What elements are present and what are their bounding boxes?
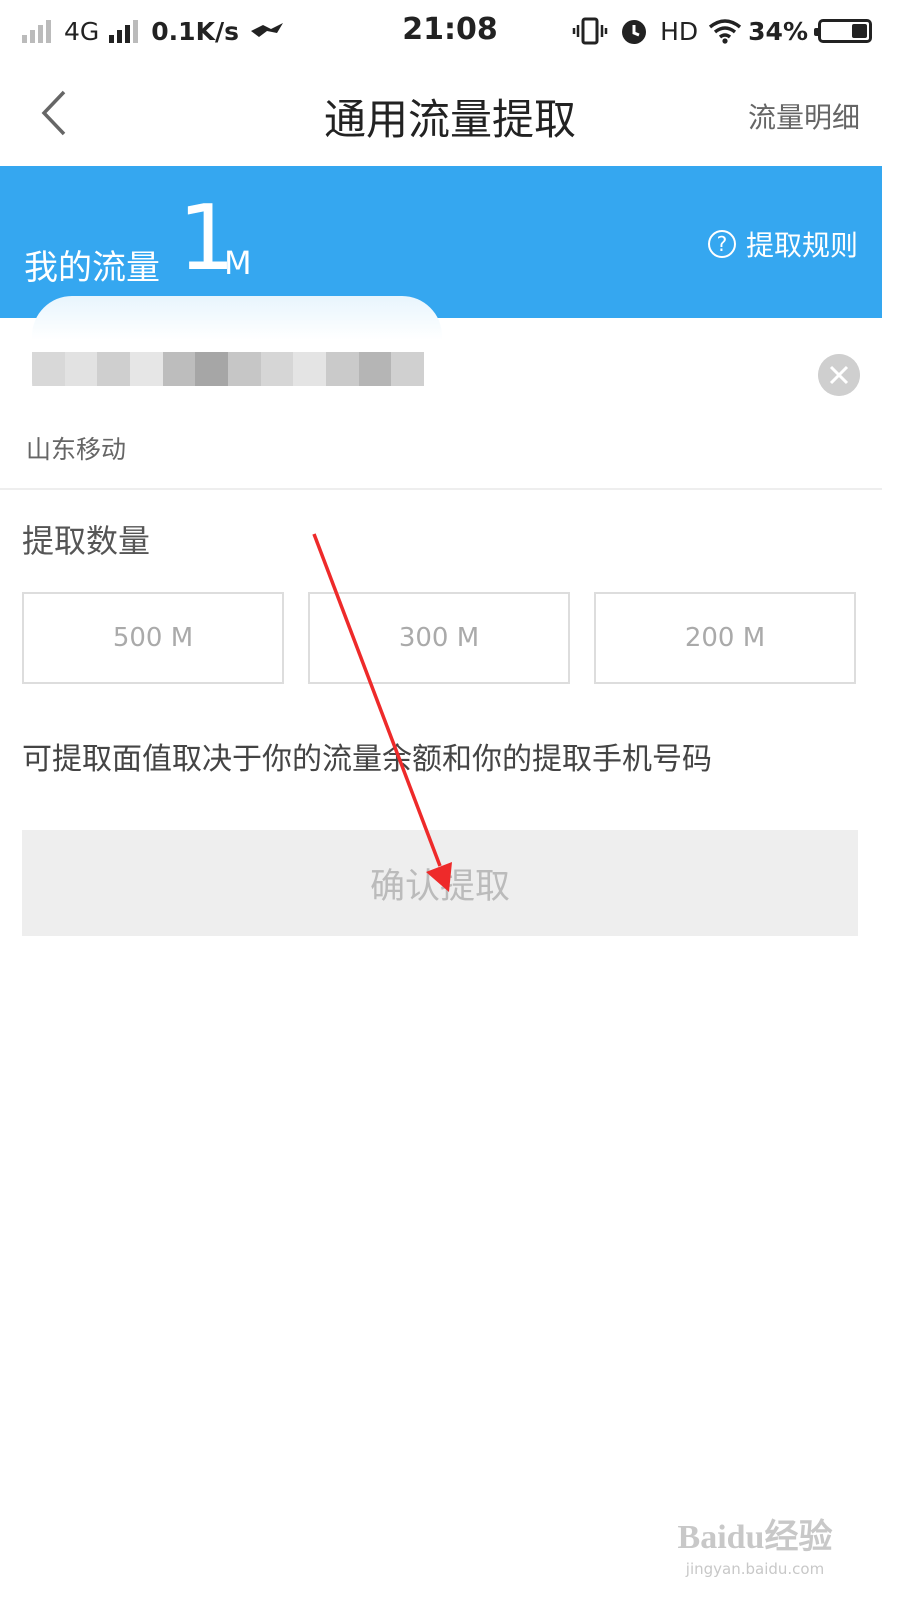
watermark-logo: Baidu经验 (677, 1519, 833, 1556)
vibrate-icon (572, 17, 608, 45)
extract-rules-label: 提取规则 (745, 229, 858, 262)
baidu-watermark: Baidu经验 jingyan.baidu.com (670, 1509, 840, 1578)
signal-icon (109, 19, 141, 43)
amount-option-200[interactable]: 200 M (594, 592, 856, 684)
battery-icon (814, 19, 872, 43)
amount-option-500[interactable]: 500 M (22, 592, 284, 684)
status-left: 4G 0.1K/s (22, 12, 285, 50)
extract-hint: 可提取面值取决于你的流量余额和你的提取手机号码 (22, 742, 712, 777)
net-speed: 0.1K/s (151, 16, 239, 46)
alarm-icon (622, 20, 647, 44)
hd-indicator: HD (660, 16, 699, 46)
chevron-left-icon[interactable] (36, 88, 76, 138)
traffic-unit: M (224, 244, 252, 282)
question-circle-icon: ? (707, 230, 736, 258)
my-traffic-label: 我的流量 (24, 248, 160, 288)
phone-number-field[interactable] (32, 296, 442, 422)
extract-rules-link[interactable]: ? 提取规则 (707, 224, 858, 264)
carrier-label: 山东移动 (26, 435, 127, 464)
amount-option-300[interactable]: 300 M (308, 592, 570, 684)
amount-options: 500 M 300 M 200 M (22, 592, 856, 684)
hotspot-icon (250, 23, 283, 37)
status-right: HD 34% (572, 12, 872, 50)
confirm-extract-button[interactable]: 确认提取 (22, 830, 858, 936)
watermark-url: jingyan.baidu.com (685, 1560, 825, 1578)
extract-amount-title: 提取数量 (22, 522, 151, 560)
pixelated-phone-number (32, 352, 425, 386)
wifi-icon (709, 19, 742, 44)
battery-percent: 34% (748, 16, 808, 46)
signal-icon (22, 19, 54, 43)
arrow-shaft (312, 533, 442, 867)
network-type: 4G (64, 16, 100, 46)
traffic-detail-link[interactable]: 流量明细 (748, 96, 860, 136)
close-circle-icon[interactable] (818, 354, 860, 396)
nav-bar: 通用流量提取 流量明细 (0, 62, 900, 166)
phone-number-area: 山东移动 (0, 296, 882, 490)
status-bar: 4G 0.1K/s 21:08 HD 34% (0, 0, 900, 62)
